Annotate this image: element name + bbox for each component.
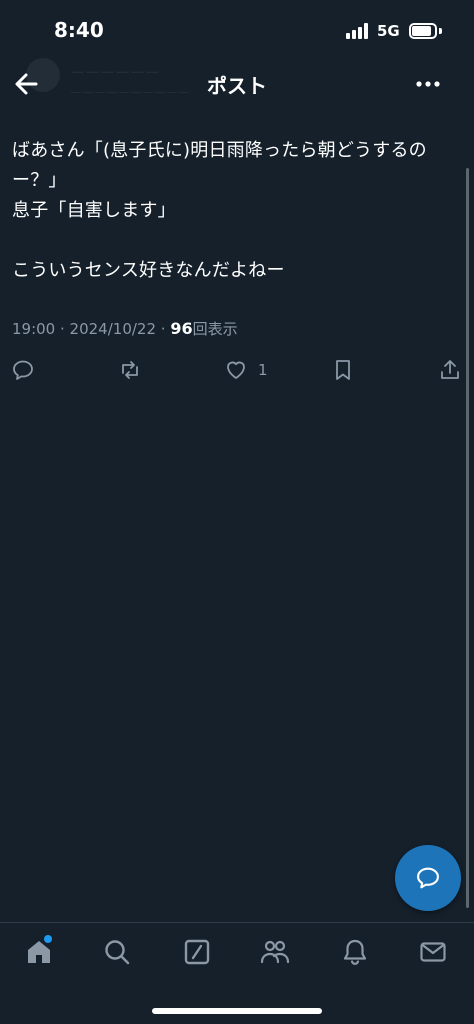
meta-separator: · [55,320,70,338]
header: ーーーーーー ーーーーーーーーーー ポスト [0,56,474,112]
reply-plus-icon [417,867,439,889]
post-time: 19:00 [12,320,56,338]
views-label[interactable]: 回表示 [193,320,238,338]
notifications-icon [343,939,367,965]
more-horizontal-icon [416,81,440,87]
grok-icon [184,939,210,965]
repost-icon [122,361,138,379]
status-bar: 8:40 5G [0,0,474,60]
action-bar: 1 [0,350,474,390]
nav-messages[interactable] [418,937,448,967]
views-count[interactable]: 96 [170,319,192,338]
post-date: 2024/10/22 [69,320,157,338]
bookmark-icon [336,360,350,380]
post-text: ばあさん「(息子氏に)明日雨降ったら朝どうするの ー？」 息子「自害します」 こ… [12,140,427,281]
repost-button[interactable] [118,356,142,384]
like-count: 1 [258,361,268,379]
compose-reply-fab[interactable] [395,845,461,911]
share-button[interactable] [438,356,462,384]
status-time: 8:40 [54,18,104,42]
share-icon [441,360,459,379]
nav-communities[interactable] [260,937,290,967]
signal-icon [346,23,370,39]
meta-separator: · [156,320,171,338]
battery-tip [439,28,442,34]
battery-icon [409,23,437,39]
screen: 8:40 5G ーーーーーー ーーーーーーーーーー ポスト ばあさん「(息子氏に… [0,0,474,1024]
nav-search[interactable] [102,937,132,967]
home-indicator[interactable] [152,1008,322,1014]
network-type: 5G [377,22,400,40]
scrollbar[interactable] [466,168,469,908]
like-button[interactable]: 1 [224,356,268,384]
more-button[interactable] [410,66,446,102]
heart-icon [227,361,245,379]
nav-grok[interactable] [182,937,212,967]
nav-home[interactable] [24,935,54,967]
messages-icon [420,942,446,962]
communities-icon [260,940,290,964]
post-meta: 19:00 · 2024/10/22 · 96回表示 [12,318,238,339]
reply-icon [13,360,33,380]
page-title: ポスト [207,74,267,98]
search-icon [105,940,130,965]
nav-notifications[interactable] [340,937,370,967]
reply-button[interactable] [11,356,35,384]
bookmark-button[interactable] [331,356,355,384]
new-content-dot [44,935,52,943]
